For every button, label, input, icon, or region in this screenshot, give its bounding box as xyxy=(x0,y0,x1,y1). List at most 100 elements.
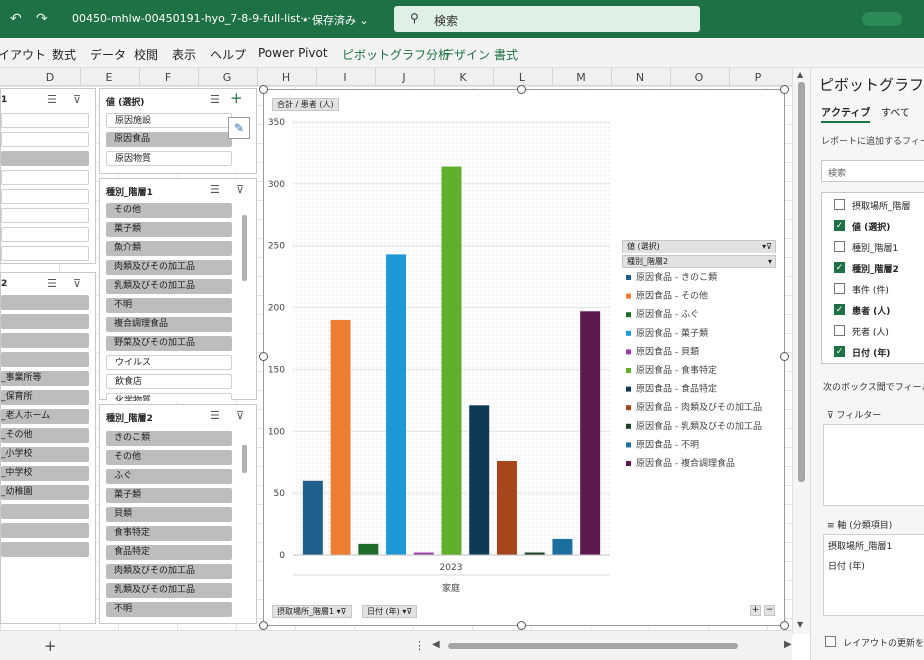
list-item[interactable] xyxy=(1,208,89,223)
tab-formulas[interactable]: 数式 xyxy=(52,46,76,63)
list-item[interactable] xyxy=(1,227,89,242)
document-title[interactable]: 00450-mhlw-00450191-hyo_7-8-9-full-list·… xyxy=(72,12,311,25)
field-checkbox[interactable]: ✓ xyxy=(834,220,845,231)
legend-entry[interactable]: 原因食品 - 複合調理食品 xyxy=(636,457,735,469)
value-field-button[interactable]: 合計 / 患者 (人) xyxy=(272,98,339,111)
list-item[interactable]: 乳類及びその加工品 xyxy=(106,279,232,294)
slicer-left-top[interactable]: 1 ☰ ⊽ xyxy=(0,88,96,264)
list-item[interactable] xyxy=(1,314,89,329)
add-icon[interactable]: + xyxy=(230,89,243,107)
legend-entry[interactable]: 原因食品 - きのこ類 xyxy=(636,271,717,283)
chart-bar[interactable] xyxy=(358,543,379,555)
field-checkbox[interactable] xyxy=(834,241,845,252)
list-item[interactable]: 飲食店 xyxy=(106,374,232,389)
axis-chip-year[interactable]: 日付 (年) xyxy=(828,559,865,572)
slicer-scrollbar[interactable] xyxy=(242,215,247,281)
chart-bar[interactable] xyxy=(552,538,573,555)
field-search-input[interactable]: 検索 xyxy=(821,160,924,182)
field-checkbox[interactable] xyxy=(834,199,845,210)
chart-bar[interactable] xyxy=(580,311,601,555)
slicer-kind-level2[interactable]: 種別_階層2 ☰ ⊽ きのこ類 その他 ふぐ 菓子類 貝類 食事特定 食品特定 … xyxy=(99,404,257,624)
list-item[interactable] xyxy=(1,189,89,204)
column-g[interactable]: G xyxy=(217,71,237,84)
scroll-up-icon[interactable]: ▲ xyxy=(797,70,803,79)
clear-filter-icon[interactable]: ⊽ xyxy=(236,183,244,196)
axis-area[interactable]: 摂取場所_階層1 日付 (年) xyxy=(823,534,924,616)
tab-all[interactable]: すべて xyxy=(881,104,910,119)
chart-bar[interactable] xyxy=(469,405,490,555)
list-item[interactable]: 魚介類 xyxy=(106,241,232,256)
list-item[interactable]: _幼稚園 xyxy=(1,485,89,500)
field-checkbox[interactable]: ✓ xyxy=(834,304,845,315)
tab-review[interactable]: 校閲 xyxy=(134,46,158,63)
column-o[interactable]: O xyxy=(689,71,709,84)
column-h[interactable]: H xyxy=(276,71,296,84)
tab-active[interactable]: アクティブ xyxy=(821,104,871,123)
list-item[interactable]: 不明 xyxy=(106,602,232,617)
multi-select-icon[interactable]: ☰ xyxy=(210,409,220,422)
legend-entry[interactable]: 原因食品 - ふぐ xyxy=(636,308,699,320)
clear-filter-icon[interactable]: ⊽ xyxy=(73,93,81,106)
column-n[interactable]: N xyxy=(630,71,650,84)
resize-handle-se[interactable] xyxy=(780,621,789,630)
tab-format[interactable]: 書式 xyxy=(494,46,518,63)
scroll-thumb[interactable] xyxy=(798,82,805,482)
list-item[interactable]: _その他 xyxy=(1,428,89,443)
list-item[interactable]: _小学校 xyxy=(1,447,89,462)
column-e[interactable]: E xyxy=(99,71,119,84)
slicer-item-source-substance[interactable]: 原因物質 xyxy=(106,151,232,166)
scroll-left-icon[interactable]: ◀ xyxy=(432,639,440,650)
redo-icon[interactable]: ↷ xyxy=(36,11,48,27)
resize-handle-nw[interactable] xyxy=(259,85,268,94)
defer-update-checkbox[interactable] xyxy=(825,636,836,647)
list-item[interactable]: 菓子類 xyxy=(106,222,232,237)
tab-power-pivot[interactable]: Power Pivot xyxy=(258,46,328,60)
tab-data[interactable]: データ xyxy=(90,46,126,63)
list-item[interactable]: _老人ホーム xyxy=(1,409,89,424)
list-item[interactable]: ウイルス xyxy=(106,355,232,370)
list-item[interactable]: 食事特定 xyxy=(106,526,232,541)
field-list[interactable]: 摂取場所_階層 ✓ 値 (選択) 種別_階層1 ✓ 種別_階層2 事件 (件) ✓ 患… xyxy=(821,192,924,364)
multi-select-icon[interactable]: ☰ xyxy=(210,93,220,106)
slicer-value-select[interactable]: 値 (選択) ☰ + 原因施設 原因食品 原因物質 ✎ xyxy=(99,88,257,174)
resize-handle-ne[interactable] xyxy=(780,85,789,94)
field-checkbox[interactable]: ✓ xyxy=(834,262,845,273)
list-item[interactable] xyxy=(1,504,89,519)
list-item[interactable] xyxy=(1,151,89,166)
legend-entry[interactable]: 原因食品 - 乳類及びその加工品 xyxy=(636,420,762,432)
column-m[interactable]: M xyxy=(571,71,591,84)
column-i[interactable]: I xyxy=(335,71,355,84)
slicer-scrollbar[interactable] xyxy=(242,445,247,473)
slicer-item-source-facility[interactable]: 原因施設 xyxy=(106,113,232,128)
list-item[interactable] xyxy=(1,113,89,128)
legend-entry[interactable]: 原因食品 - 食事特定 xyxy=(636,364,717,376)
column-l[interactable]: L xyxy=(512,71,532,84)
resize-handle-w[interactable] xyxy=(259,352,268,361)
chart-bar[interactable] xyxy=(386,254,407,556)
list-item[interactable] xyxy=(1,132,89,147)
multi-select-icon[interactable]: ☰ xyxy=(47,93,57,106)
search-box[interactable]: ⚲ 検索 xyxy=(394,6,700,32)
column-j[interactable]: J xyxy=(394,71,414,84)
legend-entry[interactable]: 原因食品 - その他 xyxy=(636,290,708,302)
list-item[interactable]: きのこ類 xyxy=(106,431,232,446)
list-item[interactable]: その他 xyxy=(106,450,232,465)
list-item[interactable]: _中学校 xyxy=(1,466,89,481)
list-item[interactable] xyxy=(1,523,89,538)
legend-entry[interactable]: 原因食品 - 肉類及びその加工品 xyxy=(636,401,762,413)
add-sheet-icon[interactable]: + xyxy=(44,637,57,655)
legend-entry[interactable]: 原因食品 - 貝類 xyxy=(636,345,699,357)
list-item[interactable] xyxy=(1,333,89,348)
list-item[interactable]: ふぐ xyxy=(106,469,232,484)
save-state[interactable]: • 保存済み ⌄ xyxy=(302,12,369,28)
chart-bar[interactable] xyxy=(330,319,351,555)
slicer-item-source-food[interactable]: 原因食品 xyxy=(106,132,232,147)
tab-layout[interactable]: イアウト xyxy=(0,46,46,63)
list-item[interactable]: 不明 xyxy=(106,298,232,313)
legend-field-button-value[interactable]: 値 (選択) ▾⊽ xyxy=(622,240,776,253)
legend-entry[interactable]: 原因食品 - 菓子類 xyxy=(636,327,708,339)
axis-field-button-year[interactable]: 日付 (年) ▾⊽ xyxy=(362,605,418,618)
vertical-scrollbar[interactable]: ▲ ▼ xyxy=(792,68,810,634)
expand-field-button[interactable]: + xyxy=(750,605,761,616)
list-item[interactable] xyxy=(1,542,89,557)
